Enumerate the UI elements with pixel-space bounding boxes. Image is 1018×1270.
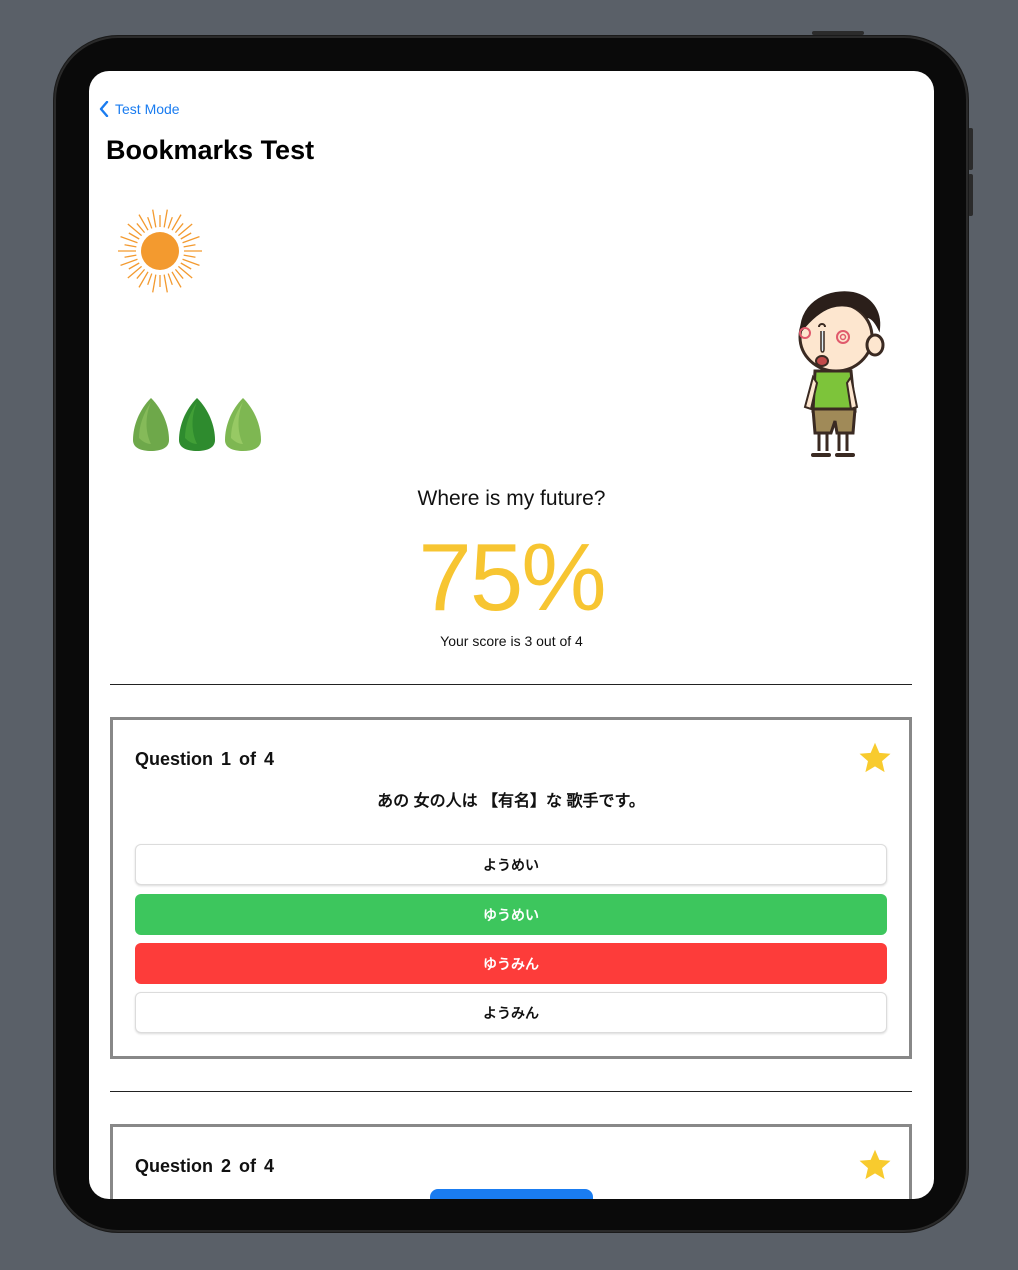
divider xyxy=(110,1091,912,1092)
back-button-label: Test Mode xyxy=(115,101,180,117)
tree-icon xyxy=(179,398,215,451)
divider xyxy=(110,684,912,685)
device-volume-up-button xyxy=(968,128,973,170)
question-card: Question 1 of 4 あの 女の人は 【有名】な 歌手です。 ようめい… xyxy=(110,717,912,1059)
question-header: Question 2 of 4 xyxy=(135,1156,275,1176)
page-title: Bookmarks Test xyxy=(106,135,315,165)
confused-boy-illustration xyxy=(798,291,885,457)
tree-icon xyxy=(133,398,169,451)
chevron-left-icon xyxy=(99,101,109,117)
device-volume-down-button xyxy=(968,174,973,216)
answer-option-correct[interactable]: ゆうめい xyxy=(135,894,887,935)
answer-option[interactable]: ようめい xyxy=(135,844,887,885)
app-screen: Test Mode Bookmarks Test Where is my fut… xyxy=(89,71,934,1199)
score-summary: Your score is 3 out of 4 xyxy=(440,633,583,649)
question-card: Question 2 of 4 xyxy=(110,1124,912,1199)
answer-option[interactable]: ようみん xyxy=(135,992,887,1033)
device-top-button xyxy=(812,31,864,35)
back-button[interactable]: Test Mode xyxy=(99,101,180,117)
score-percentage: 75% xyxy=(418,524,606,631)
star-icon[interactable] xyxy=(857,740,893,776)
question-prompt: あの 女の人は 【有名】な 歌手です。 xyxy=(377,793,645,810)
sun-illustration xyxy=(118,209,202,293)
tree-icon xyxy=(225,398,261,451)
question-header: Question 1 of 4 xyxy=(135,749,275,769)
result-message: Where is my future? xyxy=(417,487,606,510)
star-icon[interactable] xyxy=(857,1147,893,1183)
action-button[interactable] xyxy=(430,1189,593,1199)
trees-illustration xyxy=(131,396,263,452)
answer-option-wrong[interactable]: ゆうみん xyxy=(135,943,887,984)
